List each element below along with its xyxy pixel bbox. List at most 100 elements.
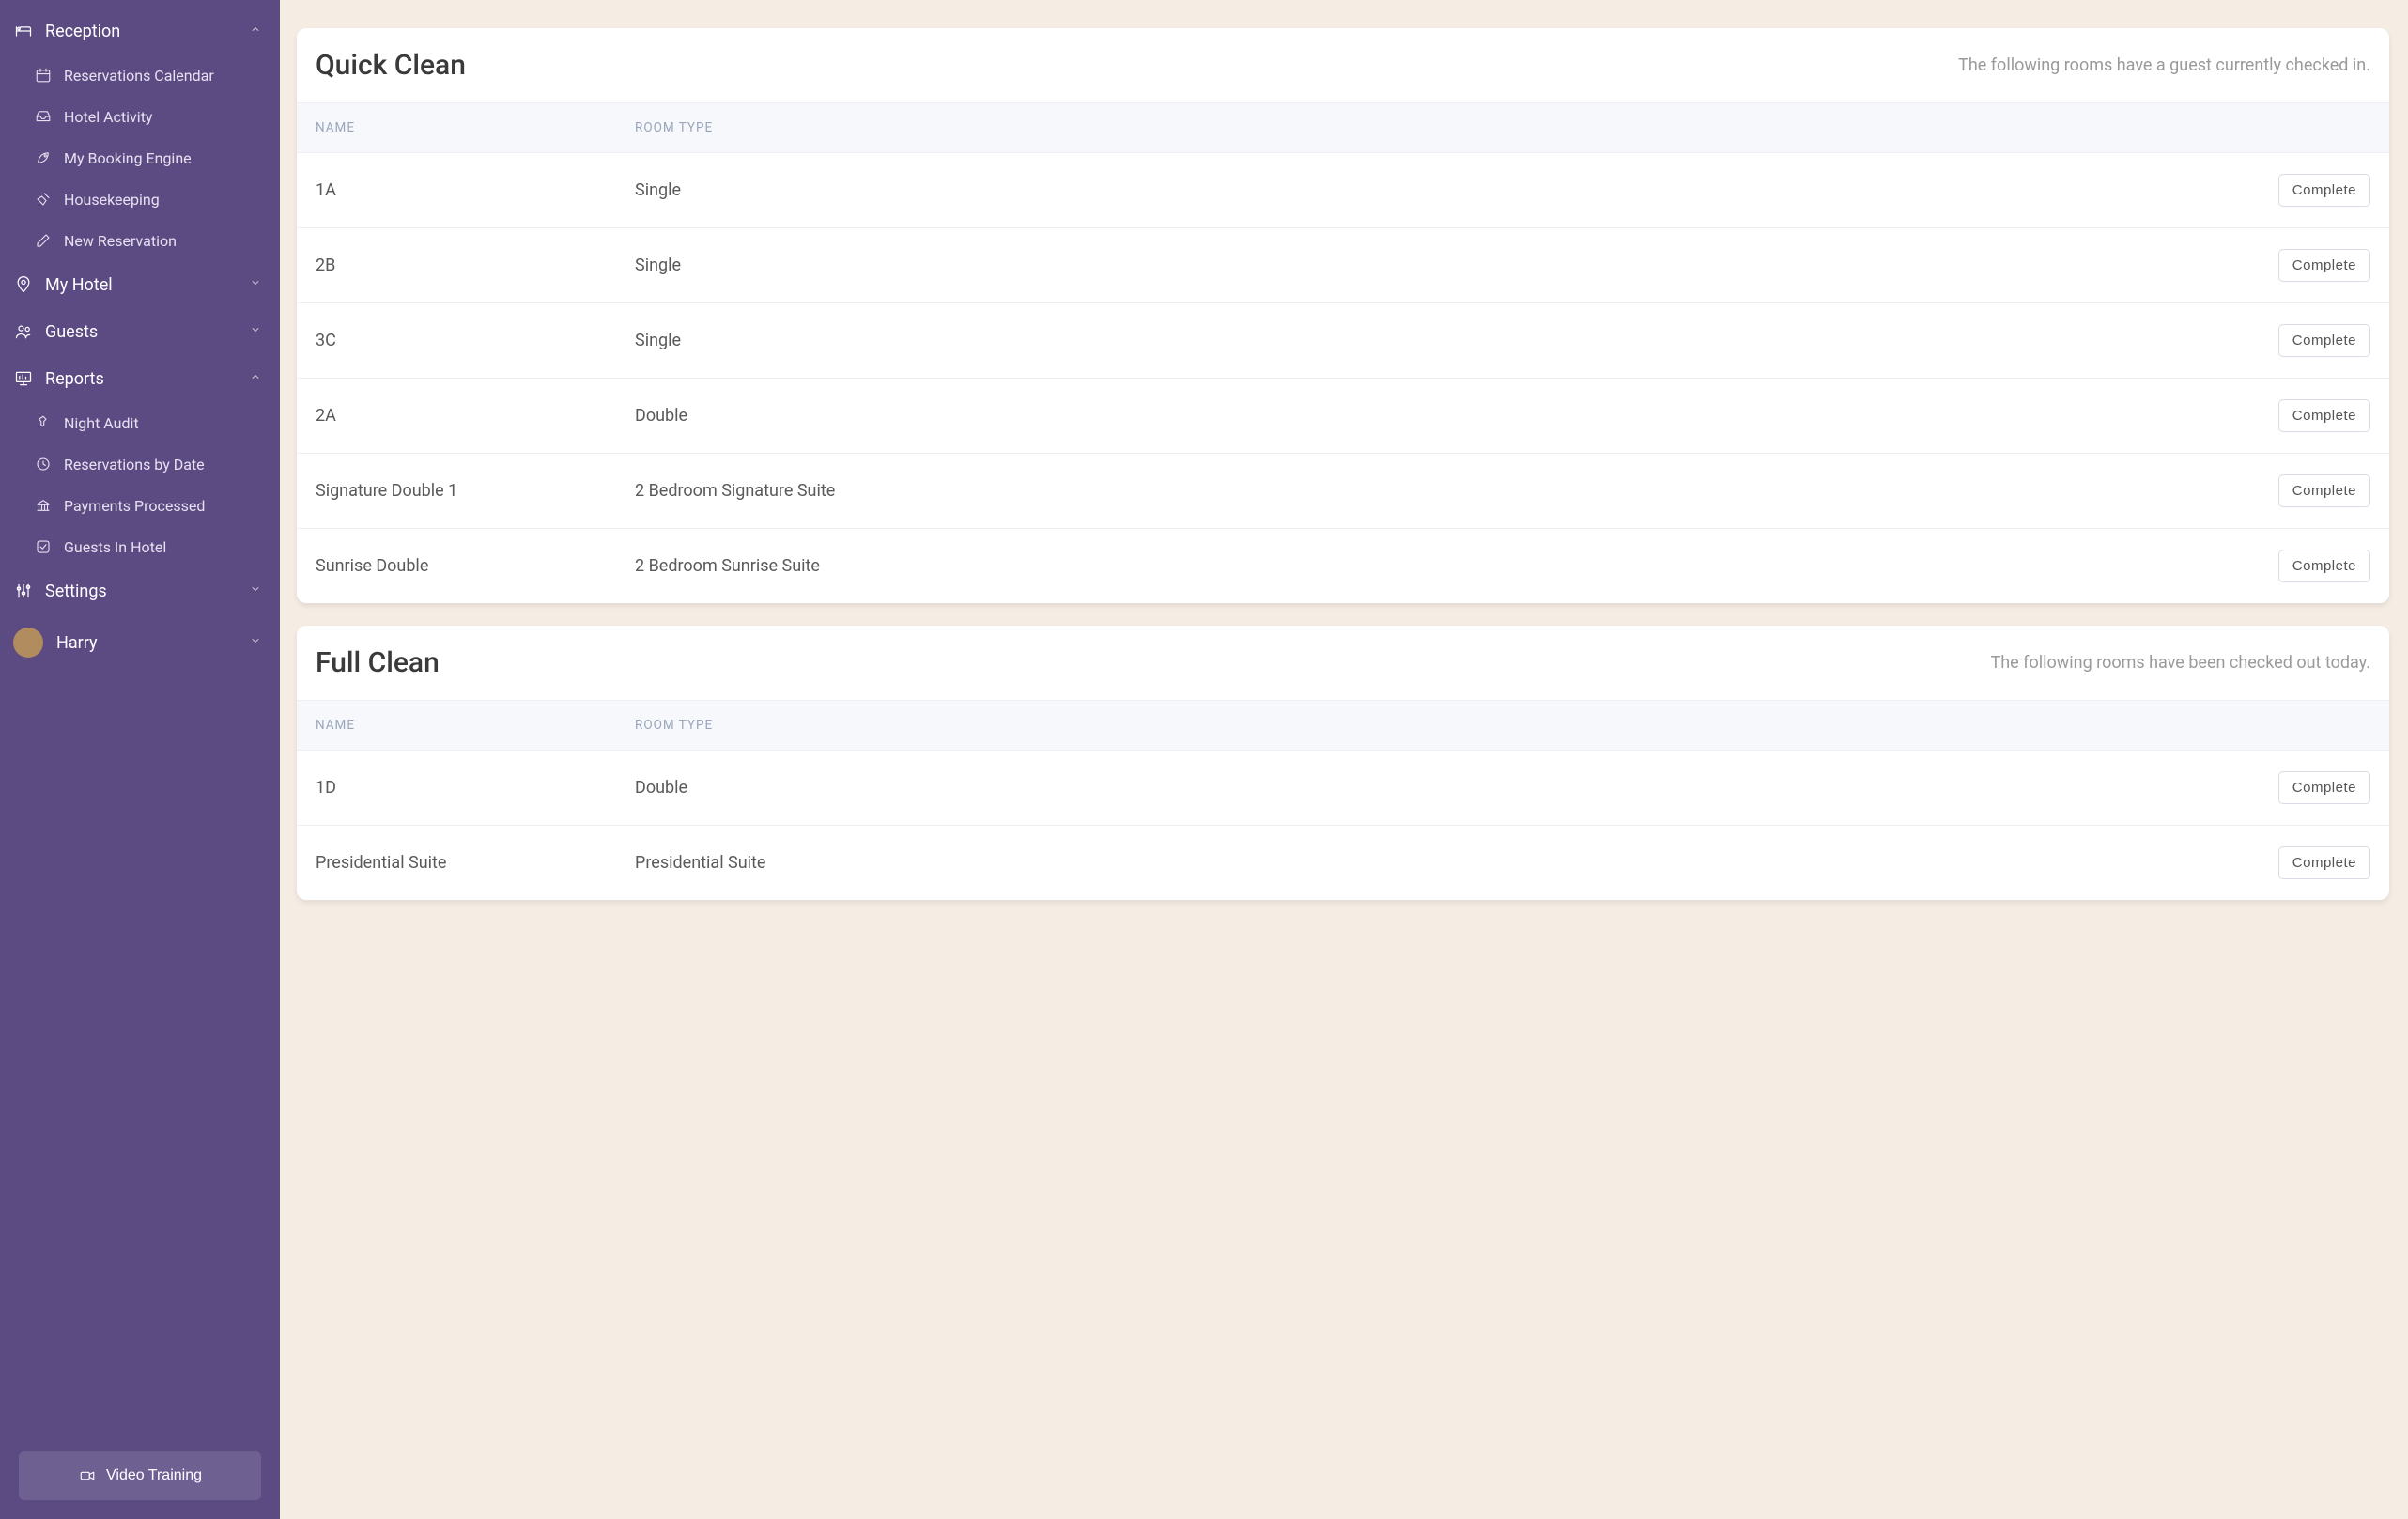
sidebar-item-my-booking-engine[interactable]: My Booking Engine	[0, 137, 280, 178]
sidebar-item-label: Reports	[45, 369, 239, 389]
nav-section-reception: Reception Reservations Calendar Hotel Ac	[0, 8, 280, 261]
sidebar-item-label: Reservations by Date	[64, 456, 205, 473]
sidebar-item-settings[interactable]: Settings	[0, 567, 280, 614]
check-square-icon	[34, 537, 53, 556]
quick-clean-card: Quick Clean The following rooms have a g…	[297, 28, 2389, 603]
full-clean-rows: 1DDoubleCompletePresidential SuitePresid…	[297, 751, 2389, 900]
avatar	[13, 628, 43, 658]
chevron-down-icon	[250, 324, 261, 339]
location-icon	[13, 274, 34, 295]
complete-button[interactable]: Complete	[2278, 324, 2370, 357]
column-header-type: ROOM TYPE	[635, 120, 2258, 135]
column-header-name: NAME	[316, 718, 635, 733]
table-row: 1DDouble Complete	[297, 751, 2389, 826]
room-type: Single	[635, 256, 2258, 275]
sidebar-item-payments-processed[interactable]: Payments Processed	[0, 485, 280, 526]
sidebar-item-housekeeping[interactable]: Housekeeping	[0, 178, 280, 220]
clock-icon	[34, 455, 53, 473]
broom-icon	[34, 190, 53, 209]
sidebar: Reception Reservations Calendar Hotel Ac	[0, 0, 280, 1519]
room-name: 1D	[316, 778, 635, 798]
sidebar-item-label: Guests	[45, 322, 239, 342]
column-header-type: ROOM TYPE	[635, 718, 2258, 733]
complete-button[interactable]: Complete	[2278, 399, 2370, 432]
room-type: 2 Bedroom Signature Suite	[635, 481, 2258, 501]
table-row: Signature Double 12 Bedroom Signature Su…	[297, 454, 2389, 529]
sidebar-item-reception[interactable]: Reception	[0, 8, 280, 54]
full-clean-card: Full Clean The following rooms have been…	[297, 626, 2389, 900]
chevron-up-icon	[250, 371, 261, 386]
sidebar-item-reports[interactable]: Reports	[0, 355, 280, 402]
column-header-name: NAME	[316, 120, 635, 135]
sidebar-item-label: Hotel Activity	[64, 108, 153, 126]
table-row: 3CSingleComplete	[297, 303, 2389, 379]
complete-button[interactable]: Complete	[2278, 550, 2370, 582]
sidebar-item-night-audit[interactable]: Night Audit	[0, 402, 280, 443]
sidebar-item-label: Payments Processed	[64, 497, 205, 515]
full-clean-table-header: NAME ROOM TYPE	[297, 700, 2389, 751]
complete-button[interactable]: Complete	[2278, 174, 2370, 207]
chevron-down-icon	[250, 583, 261, 598]
chevron-up-icon	[250, 23, 261, 39]
room-type: Presidential Suite	[635, 853, 2258, 873]
sidebar-item-user[interactable]: Harry	[0, 614, 280, 671]
users-icon	[13, 321, 34, 342]
video-icon	[78, 1466, 97, 1485]
quick-clean-title: Quick Clean	[316, 49, 466, 82]
sidebar-item-label: My Booking Engine	[64, 149, 192, 167]
sidebar-item-label: New Reservation	[64, 232, 177, 250]
sidebar-item-label: Housekeeping	[64, 191, 160, 209]
sidebar-item-my-hotel[interactable]: My Hotel	[0, 261, 280, 308]
nav-section-reports: Reports Night Audit Reservations by Date	[0, 355, 280, 567]
sidebar-item-label: Reservations Calendar	[64, 67, 214, 85]
room-name: 1A	[316, 180, 635, 200]
room-name: Signature Double 1	[316, 481, 635, 501]
complete-button[interactable]: Complete	[2278, 474, 2370, 507]
room-name: Presidential Suite	[316, 853, 635, 873]
room-type: Double	[635, 778, 2258, 798]
sidebar-item-label: Guests In Hotel	[64, 538, 166, 556]
user-name: Harry	[56, 633, 237, 653]
sidebar-item-reservations-calendar[interactable]: Reservations Calendar	[0, 54, 280, 96]
room-name: Sunrise Double	[316, 556, 635, 576]
sidebar-item-hotel-activity[interactable]: Hotel Activity	[0, 96, 280, 137]
quick-clean-subtitle: The following rooms have a guest current…	[1958, 55, 2370, 75]
main-content: Quick Clean The following rooms have a g…	[280, 0, 2408, 1519]
room-type: Double	[635, 406, 2258, 426]
table-row: 2ADouble Complete	[297, 379, 2389, 454]
chevron-down-icon	[250, 635, 261, 650]
sidebar-item-reservations-by-date[interactable]: Reservations by Date	[0, 443, 280, 485]
full-clean-title: Full Clean	[316, 646, 440, 679]
room-type: Single	[635, 331, 2258, 350]
complete-button[interactable]: Complete	[2278, 249, 2370, 282]
table-row: Presidential SuitePresidential Suite Comp…	[297, 826, 2389, 900]
table-row: 2BSingle Complete	[297, 228, 2389, 303]
table-row: 1ASingle Complete	[297, 153, 2389, 228]
room-name: 2A	[316, 406, 635, 426]
bank-icon	[34, 496, 53, 515]
chevron-down-icon	[250, 277, 261, 292]
sidebar-item-guests[interactable]: Guests	[0, 308, 280, 355]
quick-clean-table-header: NAME ROOM TYPE	[297, 102, 2389, 153]
sidebar-item-label: My Hotel	[45, 275, 239, 295]
bed-icon	[13, 21, 34, 41]
video-training-button[interactable]: Video Training	[19, 1451, 261, 1500]
complete-button[interactable]: Complete	[2278, 771, 2370, 804]
pin-icon	[34, 413, 53, 432]
sidebar-item-label: Settings	[45, 581, 239, 601]
sidebar-item-new-reservation[interactable]: New Reservation	[0, 220, 280, 261]
complete-button[interactable]: Complete	[2278, 846, 2370, 879]
inbox-icon	[34, 107, 53, 126]
quick-clean-rows: 1ASingleComplete2BSingleComplete3CSingle…	[297, 153, 2389, 603]
calendar-icon	[34, 66, 53, 85]
edit-icon	[34, 231, 53, 250]
presentation-icon	[13, 368, 34, 389]
full-clean-subtitle: The following rooms have been checked ou…	[1991, 653, 2370, 673]
sidebar-item-guests-in-hotel[interactable]: Guests In Hotel	[0, 526, 280, 567]
table-row: Sunrise Double2 Bedroom Sunrise SuiteCom…	[297, 529, 2389, 603]
sidebar-item-label: Reception	[45, 22, 239, 41]
sliders-icon	[13, 581, 34, 601]
room-type: Single	[635, 180, 2258, 200]
rocket-icon	[34, 148, 53, 167]
room-name: 2B	[316, 256, 635, 275]
